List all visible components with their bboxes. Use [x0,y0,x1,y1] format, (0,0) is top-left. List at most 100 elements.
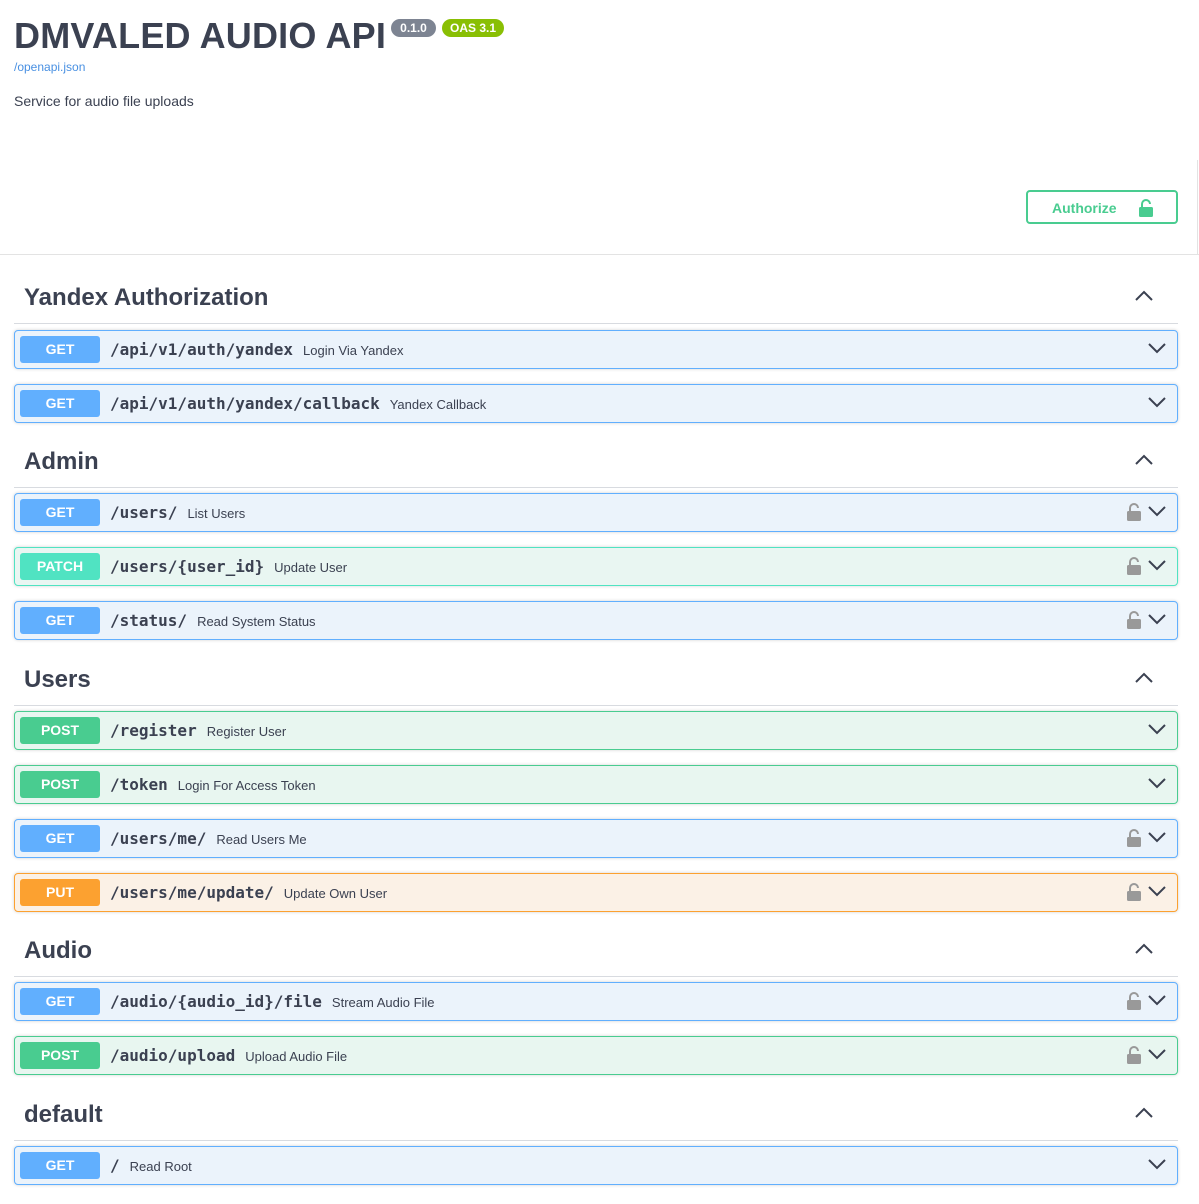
operation-get-users-me[interactable]: GET /users/me/Read Users Me [14,819,1178,858]
chevron-down-icon[interactable] [1148,558,1166,576]
operation-summary: Update User [274,560,348,575]
unlock-icon[interactable] [1126,829,1142,852]
tag-title: default [24,1101,103,1128]
operation-path: /status/Read System Status [110,611,316,630]
operation-path: /api/v1/auth/yandex Login Via Yandex [110,340,404,359]
method-badge: POST [20,771,100,798]
operation-path: /users/me/update/Update Own User [110,883,387,902]
unlock-icon[interactable] [1126,557,1142,580]
operation-path: /audio/upload Upload Audio File [110,1046,347,1065]
operation-summary: Read System Status [197,614,316,629]
operation-get-auth-yandex-callback[interactable]: GET /api/v1/auth/yandex/callback Yandex C… [14,384,1178,423]
method-badge: POST [20,717,100,744]
path-text: /users/ [110,503,178,522]
oas-badge: OAS 3.1 [442,19,504,37]
chevron-up-icon [1134,1106,1154,1124]
unlock-icon [1138,199,1154,220]
method-badge: GET [20,825,100,852]
chevron-up-icon [1134,942,1154,960]
operation-summary: Login Via Yandex [303,343,404,358]
chevron-down-icon[interactable] [1148,504,1166,522]
operation-summary: Update Own User [283,886,388,901]
operation-post-audio-upload[interactable]: POST /audio/upload Upload Audio File [14,1036,1178,1075]
operation-path: /token Login For Access Token [110,775,316,794]
path-text: /users/me/ [110,829,207,848]
operation-post-token[interactable]: POST /token Login For Access Token [14,765,1178,804]
operation-summary: Read Users Me [216,832,307,847]
api-title: DMVALED AUDIO API [14,15,387,56]
operation-summary: Upload Audio File [245,1049,348,1064]
operation-path: / Read Root [110,1156,192,1175]
unlock-icon[interactable] [1126,1046,1142,1069]
openapi-json-link[interactable]: /openapi.json [14,60,85,74]
operation-get-status[interactable]: GET /status/Read System Status [14,601,1178,640]
method-badge: GET [20,390,100,417]
unlock-icon[interactable] [1126,883,1142,906]
operation-summary: Stream Audio File [331,995,435,1010]
tag-users[interactable]: Users [14,654,1178,706]
tag-audio[interactable]: Audio [14,925,1178,977]
operation-get-auth-yandex[interactable]: GET /api/v1/auth/yandex Login Via Yandex [14,330,1178,369]
version-badge: 0.1.0 [391,19,436,37]
tag-admin[interactable]: Admin [14,436,1178,488]
path-text: /status/ [110,611,188,630]
operation-post-register[interactable]: POST /register Register User [14,711,1178,750]
unlock-icon[interactable] [1126,611,1142,634]
operation-summary: List Users [187,506,246,521]
tag-title: Yandex Authorization [24,284,269,311]
chevron-down-icon[interactable] [1148,830,1166,848]
operation-path: /register Register User [110,721,286,740]
tag-title: Audio [24,937,92,964]
operation-put-users-me-update[interactable]: PUT /users/me/update/Update Own User [14,873,1178,912]
path-text: /audio/upload [110,1046,236,1065]
divider [1197,160,1198,255]
unlock-icon[interactable] [1126,992,1142,1015]
method-badge: PATCH [20,553,100,580]
method-badge: GET [20,607,100,634]
tag-yandex-authorization[interactable]: Yandex Authorization [14,272,1178,324]
chevron-up-icon [1134,453,1154,471]
tag-title: Users [24,666,91,693]
path-text: /token [110,775,168,794]
operation-get-audio-file[interactable]: GET /audio/{audio_id}/file Stream Audio F… [14,982,1178,1021]
chevron-up-icon [1134,289,1154,307]
operation-summary: Read Root [129,1159,192,1174]
operation-summary: Yandex Callback [389,397,487,412]
unlock-icon[interactable] [1126,503,1142,526]
operation-path: /users/me/Read Users Me [110,829,307,848]
operation-summary: Login For Access Token [177,778,316,793]
chevron-up-icon [1134,671,1154,689]
chevron-down-icon[interactable] [1148,341,1166,359]
chevron-down-icon[interactable] [1148,993,1166,1011]
method-badge: POST [20,1042,100,1069]
operation-path: /users/{user_id} Update User [110,557,347,576]
chevron-down-icon[interactable] [1148,1047,1166,1065]
path-text: /users/{user_id} [110,557,265,576]
chevron-down-icon[interactable] [1148,776,1166,794]
method-badge: GET [20,336,100,363]
method-badge: PUT [20,879,100,906]
operation-get-users[interactable]: GET /users/List Users [14,493,1178,532]
operation-patch-user[interactable]: PATCH /users/{user_id} Update User [14,547,1178,586]
path-text: /api/v1/auth/yandex/callback [110,394,380,413]
method-badge: GET [20,988,100,1015]
operation-summary: Register User [206,724,287,739]
chevron-down-icon[interactable] [1148,1157,1166,1175]
authorize-button[interactable]: Authorize [1026,190,1178,224]
chevron-down-icon[interactable] [1148,395,1166,413]
tag-title: Admin [24,448,99,475]
path-text: /register [110,721,197,740]
path-text: / [110,1156,120,1175]
path-text: /users/me/update/ [110,883,274,902]
api-description: Service for audio file uploads [14,93,194,109]
tag-default[interactable]: default [14,1089,1178,1141]
operation-path: /audio/{audio_id}/file Stream Audio File [110,992,435,1011]
path-text: /audio/{audio_id}/file [110,992,322,1011]
operation-path: /users/List Users [110,503,245,522]
operation-get-root[interactable]: GET / Read Root [14,1146,1178,1185]
path-text: /api/v1/auth/yandex [110,340,294,359]
chevron-down-icon[interactable] [1148,722,1166,740]
chevron-down-icon[interactable] [1148,884,1166,902]
chevron-down-icon[interactable] [1148,612,1166,630]
operation-path: /api/v1/auth/yandex/callback Yandex Callb… [110,394,486,413]
